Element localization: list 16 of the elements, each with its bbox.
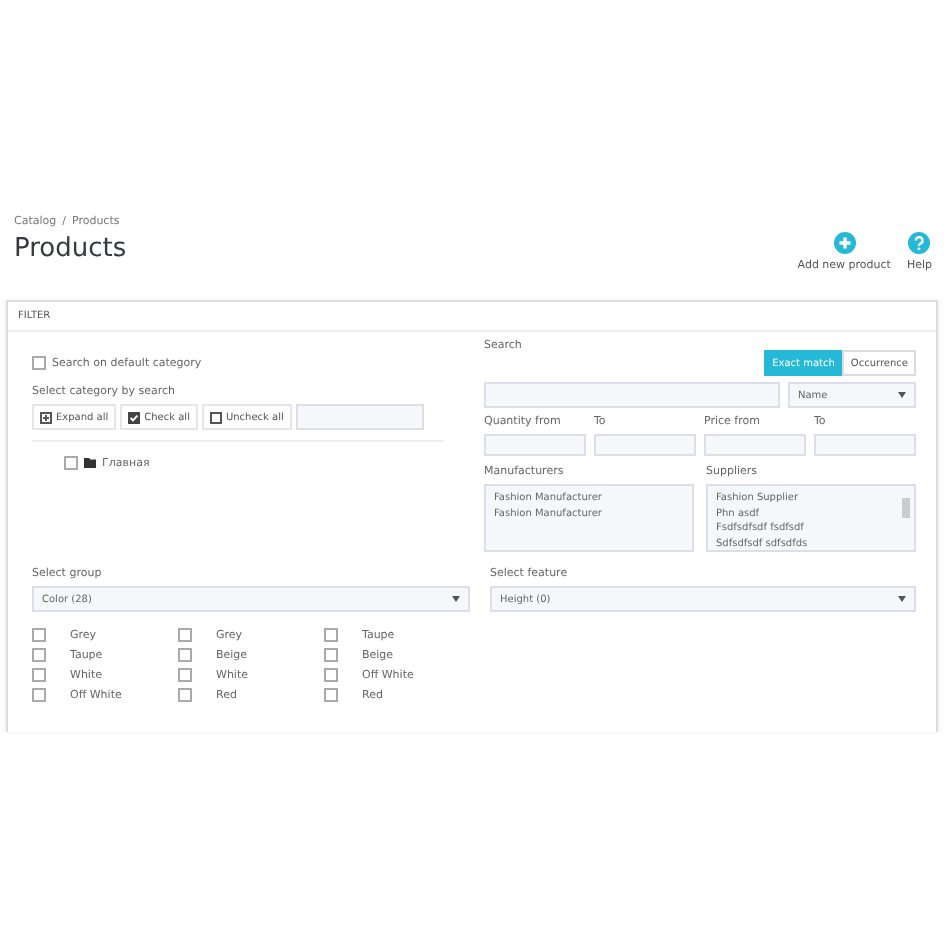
category-search-field[interactable] bbox=[295, 404, 424, 430]
caret-icon bbox=[898, 392, 906, 398]
page-title: Products bbox=[14, 234, 127, 264]
search-field[interactable] bbox=[484, 382, 780, 408]
plus-square-icon bbox=[40, 411, 52, 423]
plus-circle-icon bbox=[833, 232, 856, 254]
number-field[interactable] bbox=[484, 434, 586, 456]
number-field[interactable] bbox=[704, 434, 806, 456]
help-icon bbox=[908, 232, 931, 254]
number-field[interactable] bbox=[814, 434, 916, 456]
caret-icon bbox=[452, 596, 460, 602]
caret-icon bbox=[898, 596, 906, 602]
folder-icon bbox=[84, 458, 96, 468]
number-field[interactable] bbox=[594, 434, 696, 456]
checked-square-icon bbox=[128, 411, 141, 423]
empty-square-icon bbox=[209, 411, 222, 423]
